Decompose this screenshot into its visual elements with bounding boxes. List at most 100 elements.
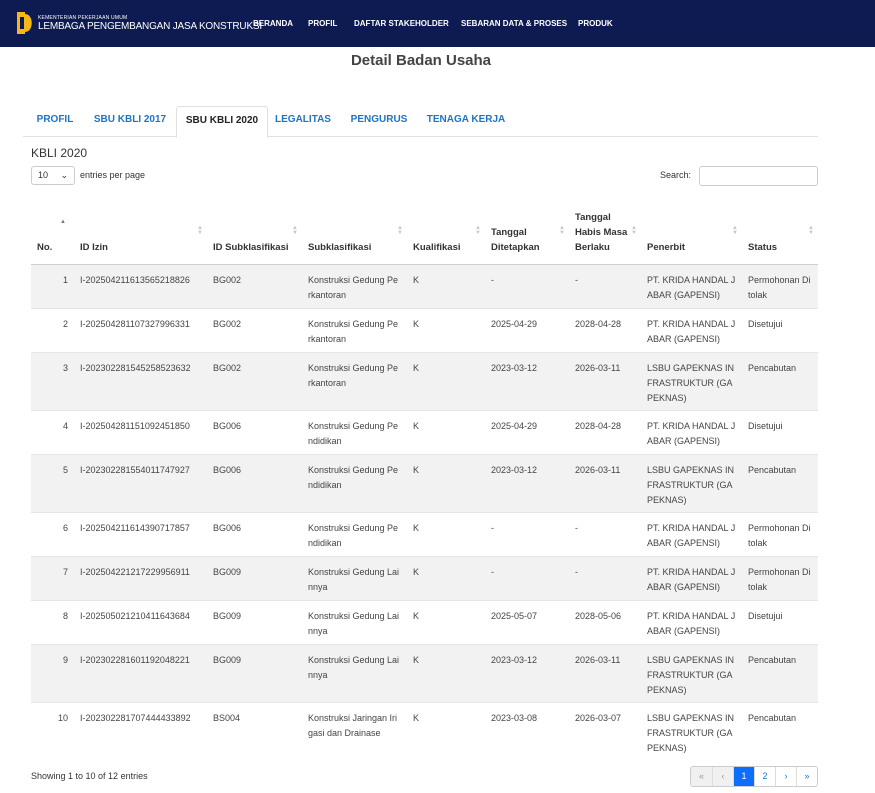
cell-tanggal-ditetapkan: 2025-04-29 [485,307,569,352]
cell-tanggal-ditetapkan: 2023-03-12 [485,643,569,702]
cell-id-izin: I-202504281107327996331 [74,307,207,352]
entries-per-page-select[interactable]: 10 ⌄ [31,166,75,185]
cell-no: 4 [31,409,74,454]
cell-subklasifikasi: Konstruksi Gedung Pendidikan [302,453,407,512]
nav-beranda[interactable]: BERANDA [253,19,293,28]
cell-id-izin: I-202504281151092451850 [74,409,207,454]
column-header-id-izin[interactable]: ID Izin ▲ ▼ [74,190,207,265]
page-1-button[interactable]: 1 [733,767,754,786]
tab-tenaga-kerja[interactable]: TENAGA KERJA [425,106,507,137]
pagination: « ‹ 1 2 › » [690,766,818,787]
entries-per-page-label: entries per page [80,170,146,180]
cell-id-izin: I-202504221217229956911 [74,555,207,600]
column-header-no[interactable]: ▲ No. [31,190,74,265]
cell-no: 3 [31,351,74,410]
cell-subklasifikasi: Konstruksi Jaringan Irigasi dan Drainase [302,701,407,760]
top-navbar: KEMENTERIAN PEKERJAAN UMUM LEMBAGA PENGE… [0,0,875,47]
tab-pengurus[interactable]: PENGURUS [347,106,411,137]
table-row: 8 I-202505021210411643684 BG009 Konstruksi … [31,599,818,644]
cell-id-izin: I-202504211613565218826 [74,263,207,308]
search-label: Search: [660,170,692,180]
tab-profil[interactable]: PROFIL [27,106,83,137]
cell-id-subklasifikasi: BG009 [207,555,302,600]
sort-icon: ▲ ▼ [559,224,565,236]
cell-no: 2 [31,307,74,352]
sort-icon: ▲ ▼ [808,224,814,236]
lpjk-logo-icon[interactable] [17,12,35,34]
nav-daftar-stakeholder[interactable]: DAFTAR STAKEHOLDER [354,19,449,28]
cell-id-subklasifikasi: BS004 [207,701,302,760]
nav-sebaran-data-proses[interactable]: SEBARAN DATA & PROSES [461,19,567,28]
table-row: 7 I-202504221217229956911 BG009 Konstruksi … [31,555,818,600]
cell-id-subklasifikasi: BG006 [207,453,302,512]
sort-icon: ▲ ▼ [397,224,403,236]
cell-subklasifikasi: Konstruksi Gedung Pendidikan [302,511,407,556]
cell-kualifikasi: K [407,555,485,600]
cell-subklasifikasi: Konstruksi Gedung Perkantoran [302,351,407,410]
section-title: KBLI 2020 [31,146,88,160]
cell-tanggal-habis: 2028-05-06 [569,599,641,644]
column-header-tanggal-ditetapkan[interactable]: Tanggal Ditetapkan ▲ ▼ [485,190,569,265]
cell-status: Permohonan Ditolak [742,263,818,308]
cell-status: Disetujui [742,409,818,454]
table-row: 2 I-202504281107327996331 BG002 Konstruksi … [31,307,818,352]
cell-subklasifikasi: Konstruksi Gedung Lainnya [302,643,407,702]
cell-tanggal-ditetapkan: 2025-05-07 [485,599,569,644]
chevron-down-icon: ⌄ [60,170,68,180]
cell-status: Permohonan Ditolak [742,511,818,556]
first-page-button[interactable]: « [691,767,712,786]
column-header-kualifikasi[interactable]: Kualifikasi ▲ ▼ [407,190,485,265]
cell-tanggal-habis: - [569,263,641,308]
cell-tanggal-habis: 2026-03-11 [569,453,641,512]
last-page-button[interactable]: » [796,767,817,786]
cell-subklasifikasi: Konstruksi Gedung Pendidikan [302,409,407,454]
cell-tanggal-ditetapkan: 2025-04-29 [485,409,569,454]
cell-penerbit: PT. KRIDA HANDAL JABAR (GAPENSI) [641,555,742,600]
cell-status: Disetujui [742,307,818,352]
table-row: 6 I-202504211614390717857 BG006 Konstruksi … [31,511,818,556]
sort-icon: ▲ ▼ [292,224,298,236]
page-title: Detail Badan Usaha [350,52,492,69]
cell-tanggal-habis: 2028-04-28 [569,307,641,352]
cell-status: Pencabutan [742,351,818,410]
cell-kualifikasi: K [407,511,485,556]
cell-penerbit: PT. KRIDA HANDAL JABAR (GAPENSI) [641,599,742,644]
column-header-tanggal-habis[interactable]: Tanggal Habis Masa Berlaku ▲ ▼ [569,190,641,265]
search-input[interactable] [699,166,818,186]
column-header-status[interactable]: Status ▲ ▼ [742,190,818,265]
cell-kualifikasi: K [407,351,485,410]
cell-kualifikasi: K [407,453,485,512]
cell-subklasifikasi: Konstruksi Gedung Perkantoran [302,307,407,352]
cell-status: Disetujui [742,599,818,644]
tab-legalitas[interactable]: LEGALITAS [272,106,334,137]
column-header-subklasifikasi[interactable]: Subklasifikasi ▲ ▼ [302,190,407,265]
tab-sbu-kbli-2020[interactable]: SBU KBLI 2020 [176,106,268,138]
cell-kualifikasi: K [407,263,485,308]
kbli-table: ▲ No. ID Izin ▲ ▼ ID Subklasifikasi ▲ ▼ Subkl… [31,190,818,760]
brand-title[interactable]: LEMBAGA PENGEMBANGAN JASA KONSTRUKSI [38,21,262,32]
cell-no: 6 [31,511,74,556]
cell-tanggal-ditetapkan: 2023-03-08 [485,701,569,760]
prev-page-button[interactable]: ‹ [712,767,733,786]
cell-subklasifikasi: Konstruksi Gedung Lainnya [302,555,407,600]
cell-penerbit: LSBU GAPEKNAS INFRASTRUKTUR (GAPEKNAS) [641,351,742,410]
nav-produk[interactable]: PRODUK [578,19,613,28]
cell-tanggal-habis: 2026-03-11 [569,351,641,410]
column-header-id-subklasifikasi[interactable]: ID Subklasifikasi ▲ ▼ [207,190,302,265]
tab-sbu-kbli-2017[interactable]: SBU KBLI 2017 [86,106,174,137]
detail-tabs: PROFIL SBU KBLI 2017 SBU KBLI 2020 LEGAL… [23,106,818,138]
cell-id-subklasifikasi: BG006 [207,511,302,556]
sort-icon: ▲ ▼ [732,224,738,236]
column-header-penerbit[interactable]: Penerbit ▲ ▼ [641,190,742,265]
next-page-button[interactable]: › [775,767,796,786]
table-row: 10 I-202302281707444433892 BS004 Konstruksi… [31,701,818,760]
nav-profil[interactable]: PROFIL [308,19,337,28]
cell-penerbit: LSBU GAPEKNAS INFRASTRUKTUR (GAPEKNAS) [641,453,742,512]
cell-penerbit: PT. KRIDA HANDAL JABAR (GAPENSI) [641,307,742,352]
table-info: Showing 1 to 10 of 12 entries [31,771,148,781]
cell-penerbit: PT. KRIDA HANDAL JABAR (GAPENSI) [641,409,742,454]
cell-no: 9 [31,643,74,702]
cell-id-izin: I-202504211614390717857 [74,511,207,556]
page-2-button[interactable]: 2 [754,767,775,786]
table-header-row: ▲ No. ID Izin ▲ ▼ ID Subklasifikasi ▲ ▼ Subkl… [31,190,818,265]
